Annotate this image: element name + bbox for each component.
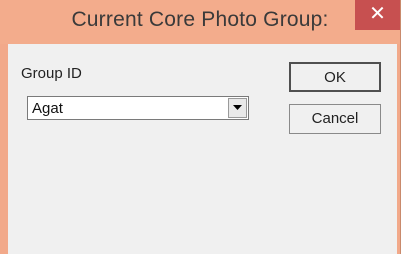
group-id-label: Group ID (21, 65, 82, 82)
group-id-value: Agat (32, 100, 63, 117)
dialog-window: Current Core Photo Group: ✕ Group ID Aga… (0, 0, 401, 254)
group-id-dropdown[interactable]: Agat (27, 96, 249, 120)
window-title: Current Core Photo Group: (71, 8, 329, 31)
close-button[interactable]: ✕ (355, 0, 400, 30)
close-icon: ✕ (369, 3, 386, 25)
chevron-down-icon (233, 105, 242, 110)
dropdown-button[interactable] (228, 98, 247, 118)
ok-button[interactable]: OK (289, 62, 381, 92)
cancel-button[interactable]: Cancel (289, 104, 381, 134)
title-bar[interactable]: Current Core Photo Group: ✕ (0, 0, 400, 44)
